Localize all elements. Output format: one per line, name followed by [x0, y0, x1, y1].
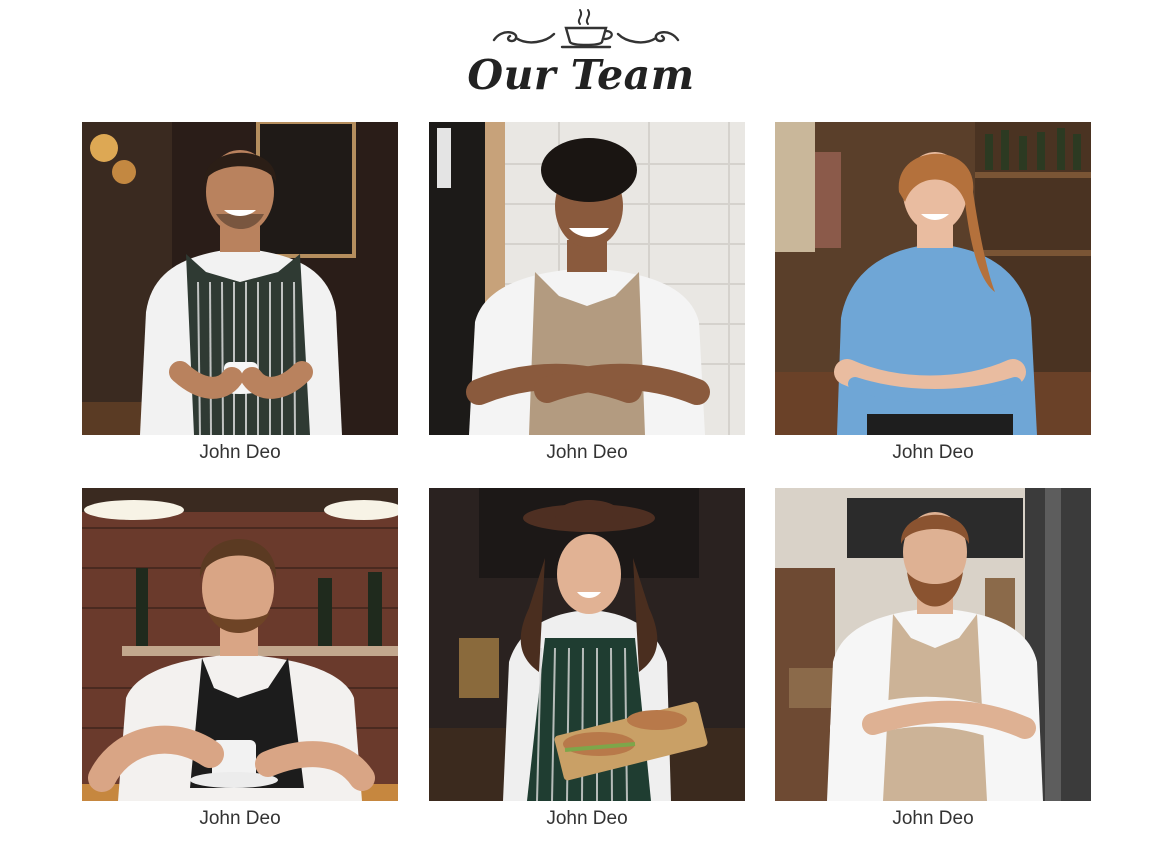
- team-member-name: John Deo: [892, 808, 974, 829]
- team-member-photo[interactable]: [429, 122, 745, 435]
- page-title: Our Team: [467, 51, 695, 99]
- team-member-name: John Deo: [199, 442, 281, 463]
- team-member-photo[interactable]: [82, 488, 398, 801]
- coffee-cup-flourish-icon: [492, 9, 680, 49]
- team-member-photo[interactable]: [82, 122, 398, 435]
- team-member-name: John Deo: [892, 442, 974, 463]
- page-header: Our Team: [0, 0, 1162, 110]
- team-member-name: John Deo: [199, 808, 281, 829]
- team-member-photo[interactable]: [429, 488, 745, 801]
- team-member-photo[interactable]: [775, 488, 1091, 801]
- team-member-name: John Deo: [546, 808, 628, 829]
- team-member-photo[interactable]: [775, 122, 1091, 435]
- team-member-name: John Deo: [546, 442, 628, 463]
